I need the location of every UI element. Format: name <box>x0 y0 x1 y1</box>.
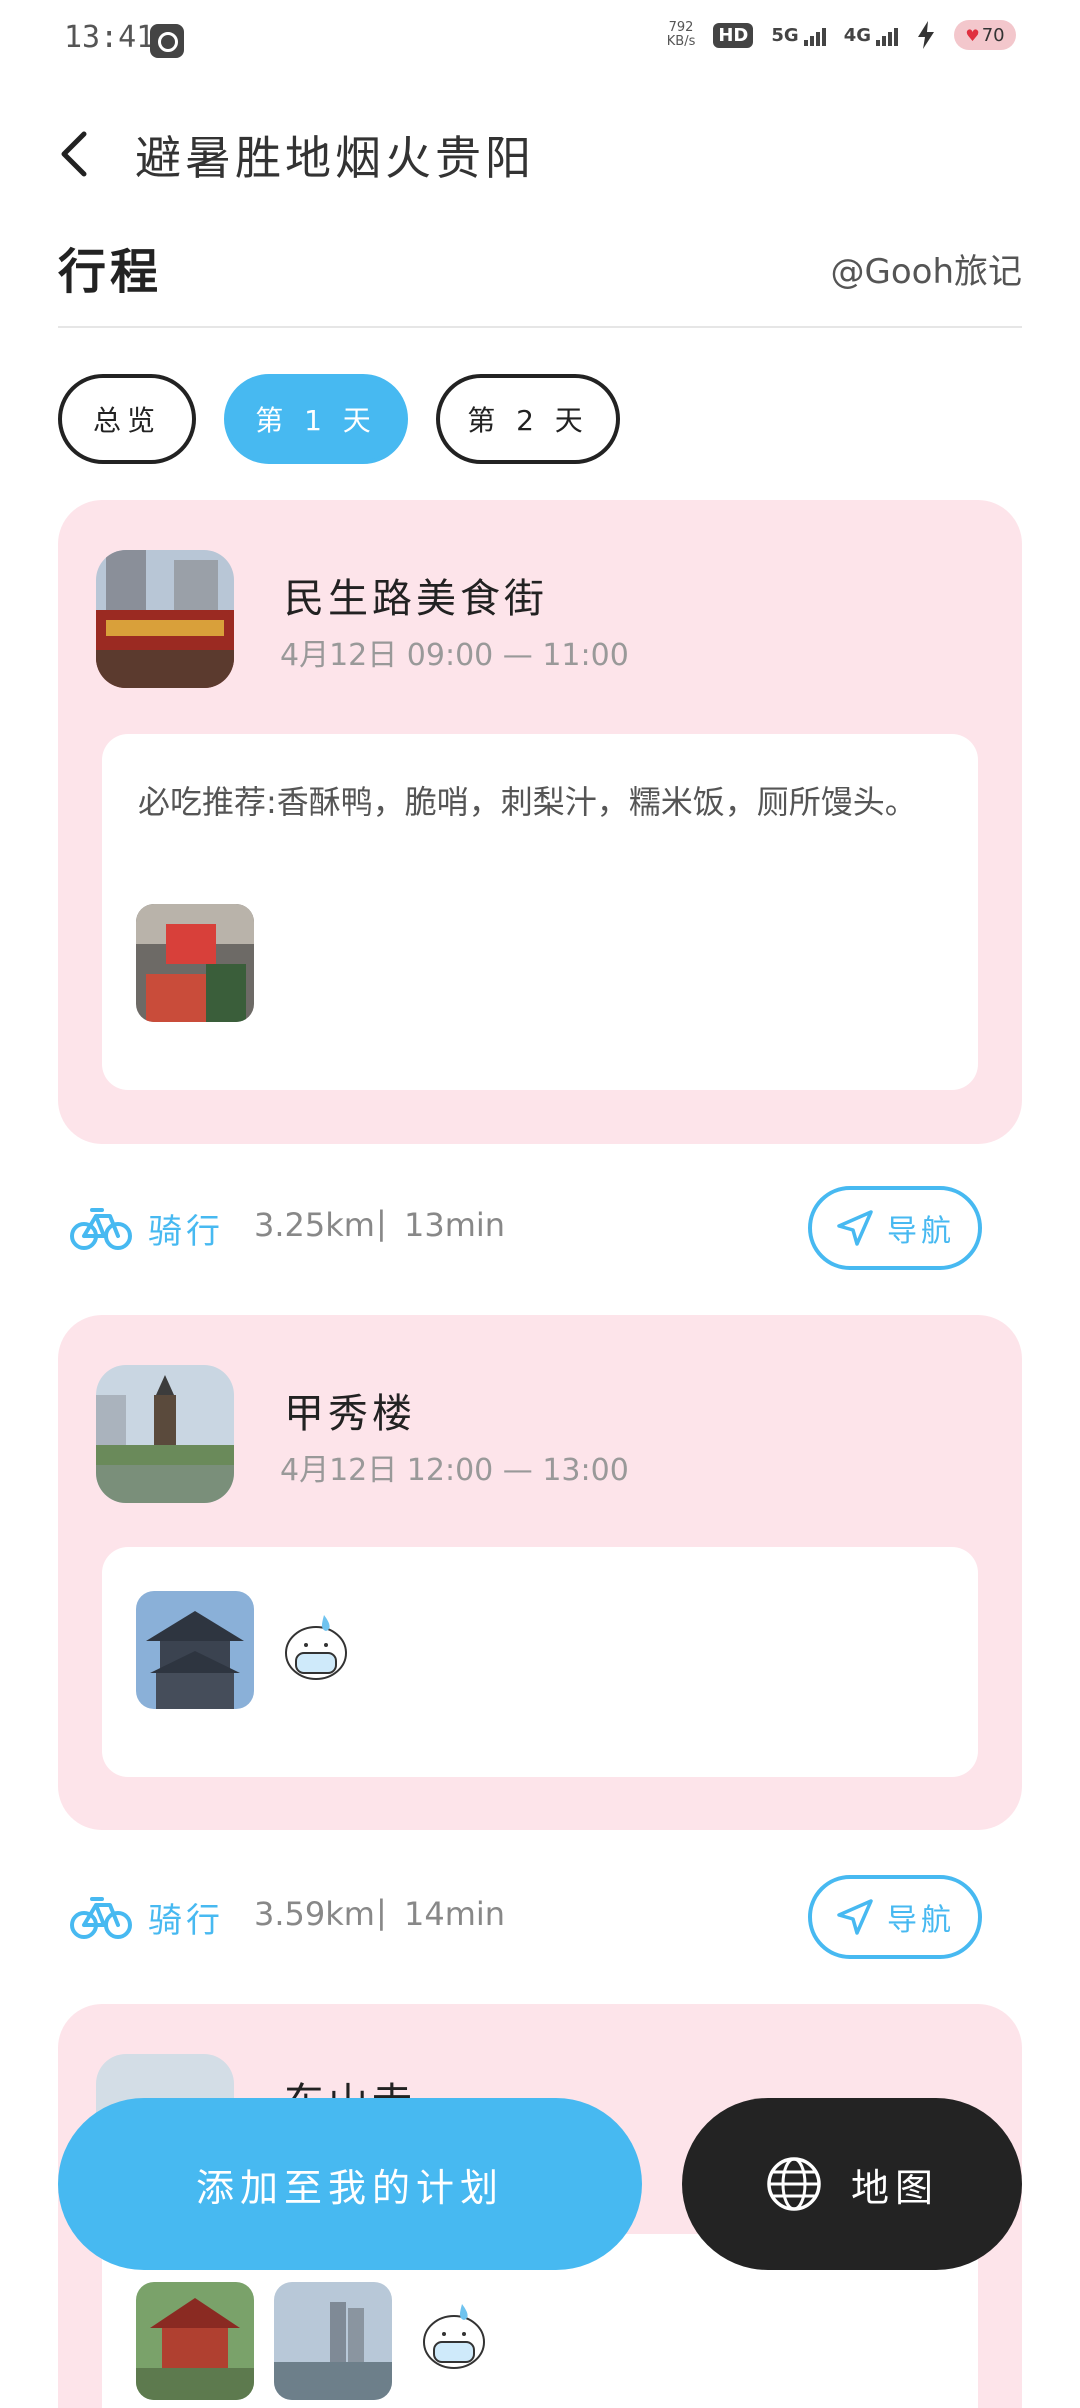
photo-thumbnail[interactable] <box>274 2282 392 2400</box>
back-arrow-icon <box>61 131 87 177</box>
route-mode: 骑行 <box>148 1901 224 1941</box>
section-title: 行程 <box>58 244 163 300</box>
stop-name: 甲秀楼 <box>284 1391 416 1437</box>
signal-5g-label: 5G <box>771 24 799 46</box>
day-tabs: 总览 第 1 天 第 2 天 <box>58 374 620 464</box>
route-row: 骑行 3.59km | 14min 导航 <box>58 1873 1022 1963</box>
bike-icon <box>70 1897 132 1939</box>
status-time: 13:41 <box>64 20 155 55</box>
navigate-button[interactable]: 导航 <box>808 1875 982 1959</box>
heart-icon: ♥ <box>965 25 980 45</box>
note-box: 必吃推荐:香酥鸭，脆哨，刺梨汁，糯米饭，厕所馒头。 <box>102 734 978 1090</box>
bike-icon <box>70 1208 132 1250</box>
app-notification-icon <box>150 24 184 58</box>
battery-indicator: ♥ 70 <box>954 20 1016 50</box>
route-duration: 14min <box>404 1895 506 1933</box>
route-separator: | <box>376 1204 387 1242</box>
tab-day-2[interactable]: 第 2 天 <box>436 374 620 464</box>
navigate-icon <box>837 1899 873 1935</box>
network-speed-value: 792 <box>668 20 694 35</box>
add-to-plan-button[interactable]: 添加至我的计划 <box>58 2098 642 2270</box>
charging-icon <box>918 21 934 49</box>
route-mode: 骑行 <box>148 1212 224 1252</box>
tab-day-1[interactable]: 第 1 天 <box>224 374 408 464</box>
navigate-button[interactable]: 导航 <box>808 1186 982 1270</box>
route-distance: 3.25km <box>254 1206 375 1244</box>
author-link[interactable]: @Gooh旅记 <box>831 244 1023 293</box>
stop-thumbnail <box>96 1365 234 1503</box>
note-text: 必吃推荐:香酥鸭，脆哨，刺梨汁，糯米饭，厕所馒头。 <box>138 783 917 821</box>
sticker-icon <box>285 1615 347 1680</box>
navigate-icon <box>837 1210 873 1246</box>
page-title: 避暑胜地烟火贵阳 <box>135 131 535 185</box>
status-indicators: 792 KB/s HD 5G 4G ♥ 70 <box>667 20 1016 50</box>
route-separator: | <box>376 1893 387 1931</box>
tab-overview[interactable]: 总览 <box>58 374 196 464</box>
route-distance: 3.59km <box>254 1895 375 1933</box>
navigate-label: 导航 <box>887 1903 955 1938</box>
status-bar: 13:41 792 KB/s HD 5G 4G ♥ 70 <box>0 0 1080 80</box>
sticker-icon <box>423 2304 485 2369</box>
hd-badge: HD <box>713 22 754 48</box>
signal-5g-icon: 5G <box>771 24 826 46</box>
stop-time: 4月12日 12:00 — 13:00 <box>280 1453 629 1488</box>
navigate-label: 导航 <box>887 1214 955 1249</box>
stop-thumbnail <box>96 550 234 688</box>
stop-name: 民生路美食街 <box>284 576 548 622</box>
network-speed: 792 KB/s <box>667 21 696 49</box>
itinerary-header: 行程 @Gooh旅记 <box>58 232 1022 328</box>
stop-time: 4月12日 09:00 — 11:00 <box>280 638 629 673</box>
signal-4g-icon: 4G <box>844 25 898 46</box>
photo-thumbnail[interactable] <box>136 904 254 1022</box>
stop-card[interactable]: 民生路美食街 4月12日 09:00 — 11:00 必吃推荐:香酥鸭，脆哨，刺… <box>58 500 1022 1144</box>
signal-4g-label: 4G <box>843 24 871 46</box>
note-box <box>102 1547 978 1777</box>
stop-card[interactable]: 甲秀楼 4月12日 12:00 — 13:00 <box>58 1315 1022 1830</box>
photo-thumbnail[interactable] <box>136 2282 254 2400</box>
globe-icon <box>767 2157 821 2211</box>
map-button[interactable]: 地图 <box>682 2098 1022 2270</box>
back-button[interactable] <box>46 124 106 184</box>
network-speed-unit: KB/s <box>666 34 696 49</box>
photo-thumbnail[interactable] <box>136 1591 254 1709</box>
map-label: 地图 <box>850 2165 939 2210</box>
battery-level: 70 <box>981 24 1005 46</box>
route-duration: 13min <box>404 1206 506 1244</box>
bottom-action-bar: 添加至我的计划 地图 <box>58 2098 1022 2270</box>
route-row: 骑行 3.25km | 13min 导航 <box>58 1184 1022 1274</box>
header: 避暑胜地烟火贵阳 <box>0 110 1080 200</box>
